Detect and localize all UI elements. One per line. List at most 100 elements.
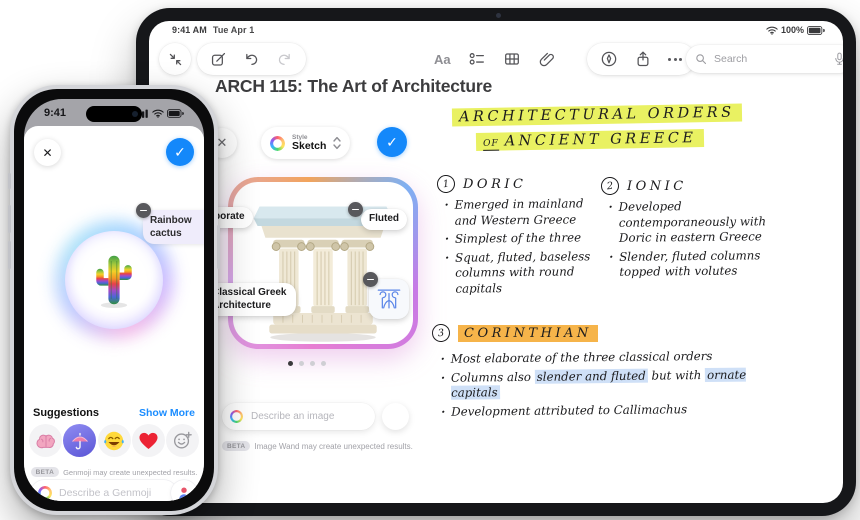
format-icon-group: Aa: [434, 43, 556, 75]
genmoji-people-button[interactable]: [171, 480, 197, 501]
undo-button[interactable]: [243, 51, 260, 68]
suggestion-emoji-row: [29, 424, 199, 457]
section-ionic-bullets: Developed contemporaneously with Doric i…: [609, 198, 788, 284]
show-more-link[interactable]: Show More: [139, 407, 195, 419]
describe-image-field[interactable]: [222, 403, 375, 430]
image-page-dots[interactable]: [288, 361, 326, 366]
search-field[interactable]: [686, 45, 843, 73]
iphone-status-icons: [135, 108, 184, 118]
page-dot[interactable]: [321, 361, 326, 366]
page-dot[interactable]: [288, 361, 293, 366]
bullet: Emerged in mainland and Western Greece: [444, 196, 596, 229]
text-format-button[interactable]: Aa: [434, 52, 451, 67]
remove-chip-button[interactable]: [363, 272, 378, 287]
ipad-status-icons: 100%: [766, 25, 825, 35]
rainbow-cactus-emoji: [96, 255, 132, 308]
edit-button-group: [197, 43, 306, 75]
apple-intelligence-icon: [38, 486, 52, 500]
beta-badge: BETA: [222, 441, 251, 451]
circled-number: 2: [600, 176, 620, 196]
brain-emoji-icon: [35, 434, 55, 448]
circled-number: 3: [431, 323, 451, 343]
share-icon: [637, 51, 649, 67]
remove-chip-button[interactable]: [136, 203, 151, 218]
genmoji-close-button[interactable]: ✕: [34, 139, 61, 166]
describe-image-input[interactable]: [249, 410, 367, 423]
style-value: Sketch: [292, 139, 327, 152]
genmoji-beta-disclaimer: BETA Genmoji may create unexpected resul…: [24, 467, 204, 477]
wifi-icon: [152, 109, 164, 118]
describe-genmoji-field[interactable]: [31, 480, 177, 501]
suggestion-heart-emoji[interactable]: [131, 424, 165, 457]
wand-chip-sketch-thumbnail[interactable]: [363, 272, 409, 319]
battery-icon: [807, 25, 825, 35]
compose-button[interactable]: [210, 51, 227, 68]
markup-button[interactable]: [600, 50, 618, 68]
redo-button[interactable]: [276, 51, 293, 68]
more-options-button[interactable]: [668, 57, 682, 61]
battery-icon: [167, 108, 184, 118]
wand-accept-button[interactable]: ✓: [377, 127, 407, 157]
suggestion-laughing-emoji[interactable]: [97, 424, 131, 457]
close-icon: ✕: [42, 145, 53, 160]
page-dot[interactable]: [299, 361, 304, 366]
ipad-status-bar: 9:41 AM Tue Apr 1: [172, 25, 254, 35]
wifi-icon: [766, 26, 778, 35]
power-button: [217, 225, 220, 269]
bullet: Developed contemporaneously with Doric i…: [609, 198, 787, 247]
search-input[interactable]: [712, 52, 829, 66]
page-dot[interactable]: [310, 361, 315, 366]
ellipsis-icon: [668, 57, 671, 61]
genmoji-accept-button[interactable]: ✓: [166, 138, 194, 166]
check-icon: ✓: [174, 143, 186, 160]
remove-chip-button[interactable]: [348, 202, 363, 217]
attach-button[interactable]: [538, 50, 556, 68]
add-image-button[interactable]: [382, 403, 409, 430]
create-new-emoji-button[interactable]: [166, 424, 199, 457]
note-title: ARCH 115: The Art of Architecture: [215, 76, 493, 96]
checklist-button[interactable]: [468, 50, 486, 68]
table-icon: [504, 53, 519, 65]
style-selector[interactable]: Style Sketch: [261, 127, 351, 159]
iphone-device: 9:41 ✕ ✓ Rainbow cactus Suggestions Show…: [8, 85, 220, 515]
table-button[interactable]: [503, 50, 521, 68]
suggestion-umbrella-genmoji[interactable]: [63, 424, 97, 457]
share-button[interactable]: [634, 50, 652, 68]
section-corinthian-bullets: Most elaborate of the three classical or…: [441, 348, 790, 423]
markup-pen-icon: [601, 51, 617, 67]
section-corinthian-heading: 3 CORINTHIAN: [431, 323, 598, 343]
section-doric-bullets: Emerged in mainland and Western Greece S…: [444, 196, 597, 300]
laughing-emoji-icon: [104, 431, 124, 450]
undo-icon: [246, 53, 258, 65]
close-icon: ✕: [216, 135, 228, 150]
generated-image-card[interactable]: [228, 177, 418, 349]
genmoji-chip-rainbow-cactus[interactable]: Rainbow cactus: [136, 203, 204, 244]
collapse-button[interactable]: [159, 43, 191, 75]
circled-number: 1: [436, 174, 456, 194]
dictation-mic-icon[interactable]: [834, 52, 843, 66]
describe-genmoji-input[interactable]: [57, 486, 170, 500]
paperclip-icon: [539, 52, 554, 67]
ipad-time: 9:41 AM: [172, 25, 207, 35]
collapse-arrows-icon: [169, 53, 181, 65]
ipad-date: Tue Apr 1: [212, 25, 255, 35]
image-wand-beta-disclaimer: BETA Image Wand may create unexpected re…: [222, 441, 413, 451]
suggestion-brain-emoji[interactable]: [29, 424, 62, 457]
bullet: Simplest of the three: [445, 230, 597, 247]
volume-down-button: [8, 241, 11, 269]
bullet: Squat, fluted, baseless columns with rou…: [445, 249, 597, 297]
iphone-screen: 9:41 ✕ ✓ Rainbow cactus Suggestions Show…: [24, 99, 204, 501]
plus-icon: [389, 410, 402, 423]
bubble-core: [65, 231, 163, 329]
ipad-camera: [496, 13, 501, 18]
section-ionic-heading: 2 IONIC: [600, 176, 687, 196]
ipad-screen: 9:41 AM Tue Apr 1 100% Aa Search ARCH 11…: [149, 21, 843, 503]
wand-chip-fluted[interactable]: Fluted: [348, 202, 407, 230]
style-swirl-icon: [270, 135, 285, 151]
suggestions-label: Suggestions: [33, 407, 100, 419]
compose-icon: [211, 52, 226, 66]
bullet: Most elaborate of the three classical or…: [441, 348, 789, 367]
ipad-device: 9:41 AM Tue Apr 1 100% Aa Search ARCH 11…: [136, 8, 856, 516]
battery-percent: 100%: [780, 25, 804, 35]
sketch-thumbnail-icon: [377, 289, 401, 309]
